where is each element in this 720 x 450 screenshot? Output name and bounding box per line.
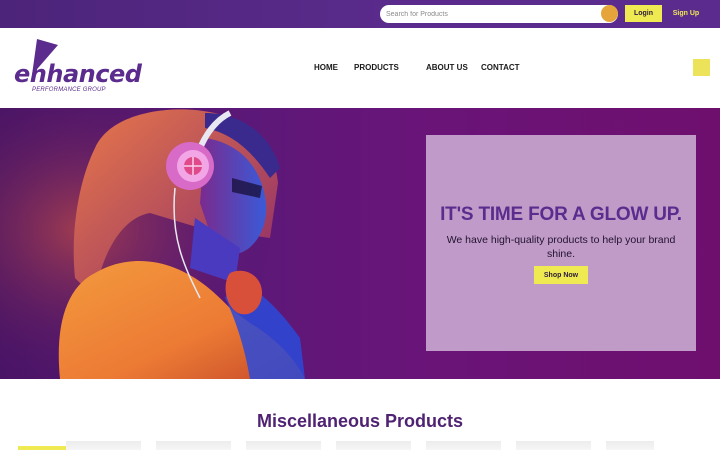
search-box (380, 5, 618, 23)
product-card[interactable] (606, 441, 654, 450)
signup-link[interactable]: Sign Up (669, 5, 703, 22)
shop-now-button[interactable]: Shop Now (534, 266, 588, 284)
product-card[interactable] (336, 441, 411, 450)
logo-tagline: PERFORMANCE GROUP (32, 87, 106, 93)
search-input[interactable] (386, 5, 596, 23)
top-bar: Login Sign Up (0, 0, 720, 28)
nav-home[interactable]: HOME (314, 63, 338, 75)
product-card[interactable] (66, 441, 141, 450)
hero-description: We have high-quality products to help yo… (446, 234, 676, 260)
site-header: enhanced PERFORMANCE GROUP HOME PRODUCTS… (0, 28, 720, 108)
menu-toggle-button[interactable] (693, 59, 710, 76)
hero-banner: IT'S TIME FOR A GLOW UP. We have high-qu… (0, 108, 720, 379)
logo[interactable]: enhanced PERFORMANCE GROUP (10, 39, 142, 99)
nav-contact[interactable]: CONTACT (481, 63, 520, 75)
hero-panel: IT'S TIME FOR A GLOW UP. We have high-qu… (426, 135, 696, 351)
logo-wordmark: enhanced (14, 60, 142, 88)
nav-products[interactable]: PRODUCTS (354, 63, 399, 75)
product-card[interactable] (246, 441, 321, 450)
hero-heading: IT'S TIME FOR A GLOW UP. (440, 204, 682, 225)
search-button[interactable] (601, 5, 618, 22)
login-button[interactable]: Login (625, 5, 662, 22)
product-card[interactable] (156, 441, 231, 450)
section-title: Miscellaneous Products (256, 411, 464, 431)
product-card[interactable] (516, 441, 591, 450)
nav-about-us[interactable]: ABOUT US (426, 63, 468, 75)
product-card[interactable] (426, 441, 501, 450)
hero-image (0, 108, 330, 379)
